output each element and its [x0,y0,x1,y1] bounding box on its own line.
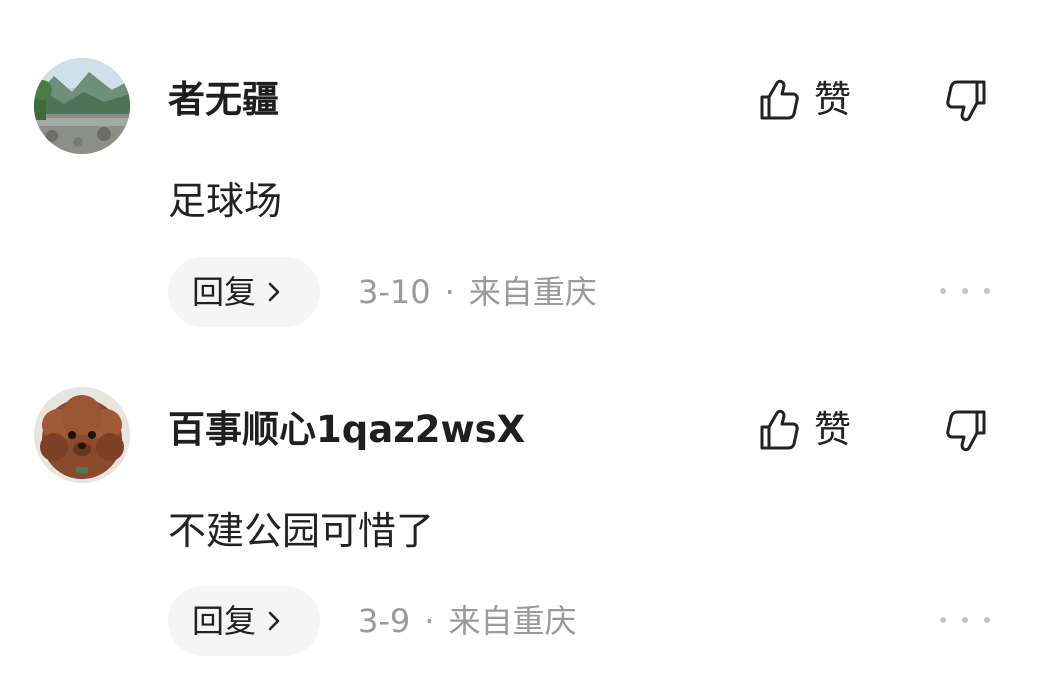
comment-location: 来自重庆 [468,273,597,311]
comment-date: 3-10 [358,273,431,311]
more-dot-icon [984,288,990,294]
thumbs-down-icon [946,80,986,122]
thumbs-down-icon [946,410,986,452]
user-avatar[interactable] [34,387,130,483]
more-dot-icon [962,617,968,623]
dog-avatar-image [34,387,130,483]
comment-item: 者无疆 赞 足球场 回复 3-10 · 来自重庆 [0,0,1043,330]
dislike-button[interactable] [940,76,990,126]
reply-button[interactable]: 回复 [168,586,320,656]
like-button[interactable]: 赞 [756,402,851,458]
username[interactable]: 者无疆 [168,78,279,122]
comment-content: 不建公园可惜了 [168,509,435,553]
comment-item: 百事顺心1qaz2wsX 赞 不建公园可惜了 回复 3-9 · 来自重庆 [0,330,1043,660]
username[interactable]: 百事顺心1qaz2wsX [168,408,525,452]
reply-label: 回复 [192,602,257,640]
like-label: 赞 [814,78,851,121]
comment-content: 足球场 [168,179,283,223]
user-avatar[interactable] [34,58,130,154]
more-dot-icon [940,288,946,294]
more-options-button[interactable] [940,610,990,630]
comment-meta: 3-10 · 来自重庆 [358,272,597,312]
chevron-right-icon [268,282,280,302]
like-button[interactable]: 赞 [756,72,851,128]
comment-location: 来自重庆 [448,602,577,640]
more-dot-icon [962,288,968,294]
thumbs-up-icon [760,79,799,120]
meta-separator: · [424,602,435,640]
meta-separator: · [444,273,455,311]
reply-label: 回复 [192,273,257,311]
dislike-button[interactable] [940,406,990,456]
chevron-right-icon [268,611,280,631]
more-dot-icon [940,617,946,623]
like-label: 赞 [814,408,851,451]
thumbs-up-icon [760,409,799,450]
reply-button[interactable]: 回复 [168,257,320,327]
more-dot-icon [984,617,990,623]
comment-date: 3-9 [358,602,411,640]
more-options-button[interactable] [940,281,990,301]
landscape-avatar-image [34,58,130,154]
comment-meta: 3-9 · 来自重庆 [358,601,576,641]
